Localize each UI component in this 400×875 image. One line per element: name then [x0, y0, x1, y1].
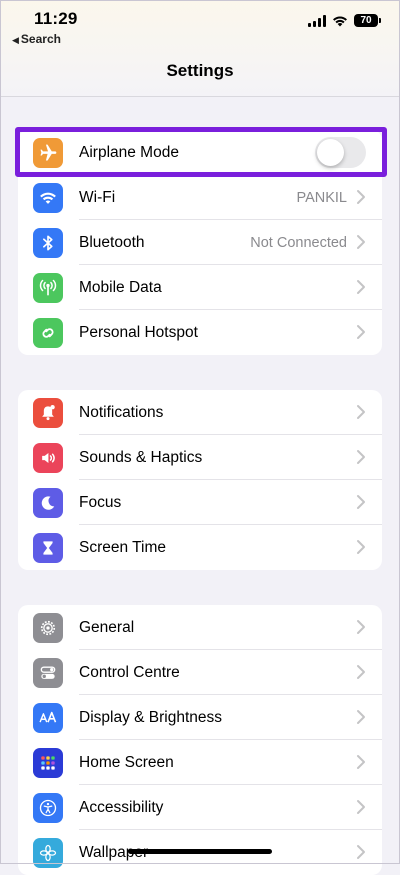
back-label: Search — [20, 32, 61, 46]
display-brightness-row[interactable]: Display & Brightness — [18, 695, 382, 740]
chevron-right-icon — [357, 665, 365, 679]
airplane-icon — [33, 138, 63, 168]
status-icons: 70 — [308, 14, 381, 27]
personal-hotspot-row[interactable]: Personal Hotspot — [18, 310, 382, 355]
mobile-data-row[interactable]: Mobile Data — [18, 265, 382, 310]
bluetooth-status-value: Not Connected — [250, 234, 347, 251]
back-to-search-link[interactable]: ◀ Search — [12, 32, 61, 46]
hotspot-icon — [33, 318, 63, 348]
wifi-network-value: PANKIL — [296, 189, 347, 206]
chevron-right-icon — [357, 190, 365, 204]
row-label: Airplane Mode — [79, 143, 179, 161]
row-label: Notifications — [79, 403, 164, 421]
accessibility-row[interactable]: Accessibility — [18, 785, 382, 830]
navigation-bar: 11:29 ◀ Search 70 Settings — [0, 0, 400, 97]
wifi-status-icon — [333, 16, 347, 26]
toggle-knob — [317, 139, 344, 166]
sounds-haptics-row[interactable]: Sounds & Haptics — [18, 435, 382, 480]
text-size-icon — [33, 703, 63, 733]
chevron-right-icon — [357, 280, 365, 294]
row-label: Bluetooth — [79, 233, 145, 251]
general-row[interactable]: General — [18, 605, 382, 650]
chevron-right-icon — [357, 495, 365, 509]
chevron-right-icon — [357, 405, 365, 419]
airplane-mode-toggle[interactable] — [315, 137, 366, 168]
row-label: Display & Brightness — [79, 708, 223, 726]
antenna-icon — [33, 273, 63, 303]
notifications-row[interactable]: Notifications — [18, 390, 382, 435]
cellular-signal-icon — [308, 14, 326, 27]
bluetooth-icon — [33, 228, 63, 258]
moon-icon — [33, 488, 63, 518]
home-screen-row[interactable]: Home Screen — [18, 740, 382, 785]
chevron-right-icon — [357, 620, 365, 634]
battery-icon: 70 — [354, 14, 381, 27]
gear-icon — [33, 613, 63, 643]
row-label: Sounds & Haptics — [79, 448, 203, 466]
wifi-row[interactable]: Wi-Fi PANKIL — [18, 175, 382, 220]
back-arrow-icon: ◀ — [12, 35, 19, 45]
general-group: General Control Centre Display & Brightn… — [18, 605, 382, 875]
control-centre-row[interactable]: Control Centre — [18, 650, 382, 695]
chevron-right-icon — [357, 235, 365, 249]
row-label: Wi-Fi — [79, 188, 116, 206]
row-label: General — [79, 618, 135, 636]
row-label: Accessibility — [79, 798, 164, 816]
screen-time-row[interactable]: Screen Time — [18, 525, 382, 570]
hourglass-icon — [33, 533, 63, 563]
accessibility-icon — [33, 793, 63, 823]
row-label: Control Centre — [79, 663, 180, 681]
status-time: 11:29 — [34, 9, 78, 28]
bluetooth-row[interactable]: Bluetooth Not Connected — [18, 220, 382, 265]
row-label: Home Screen — [79, 753, 174, 771]
chevron-right-icon — [357, 755, 365, 769]
airplane-mode-row: Airplane Mode — [18, 130, 382, 175]
home-indicator[interactable] — [128, 849, 272, 854]
row-label: Mobile Data — [79, 278, 162, 296]
focus-row[interactable]: Focus — [18, 480, 382, 525]
chevron-right-icon — [357, 800, 365, 814]
notifications-group: Notifications Sounds & Haptics Focus Scr… — [18, 390, 382, 570]
page-title: Settings — [166, 61, 234, 80]
chevron-right-icon — [357, 325, 365, 339]
row-label: Focus — [79, 493, 122, 511]
speaker-icon — [33, 443, 63, 473]
row-label: Personal Hotspot — [79, 323, 198, 341]
switches-icon — [33, 658, 63, 688]
row-label: Screen Time — [79, 538, 167, 556]
chevron-right-icon — [357, 450, 365, 464]
app-grid-icon — [33, 748, 63, 778]
chevron-right-icon — [357, 845, 365, 859]
connectivity-group: Airplane Mode Wi-Fi PANKIL Bluetooth Not… — [18, 130, 382, 355]
chevron-right-icon — [357, 710, 365, 724]
bell-icon — [33, 398, 63, 428]
wifi-icon — [33, 183, 63, 213]
chevron-right-icon — [357, 540, 365, 554]
